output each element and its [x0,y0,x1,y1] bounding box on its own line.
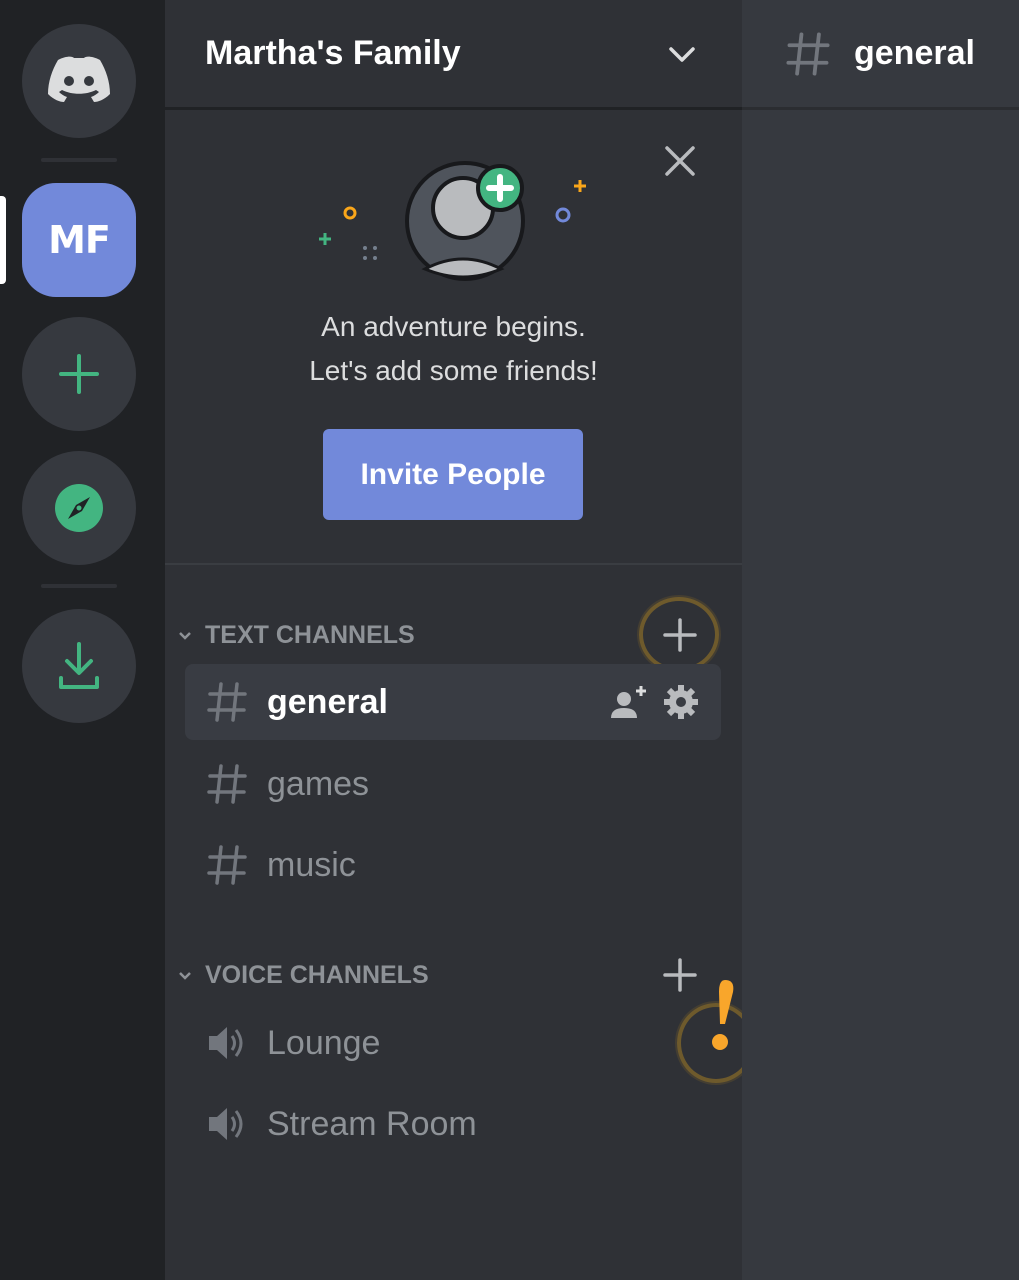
hash-icon [207,682,247,722]
category-voice-channels[interactable]: VOICE CHANNELS [175,955,429,995]
chevron-down-icon [179,972,191,980]
invite-line-2: Let's add some friends! [309,355,598,386]
guild-header[interactable]: Martha's Family [165,0,742,110]
speaker-icon [209,1108,243,1140]
category-label: VOICE CHANNELS [205,960,429,989]
chat-header: general [742,0,1019,110]
rail-separator [41,158,117,162]
channel-name: games [267,764,370,803]
speaker-icon [209,1027,243,1059]
server-icon-marthas-family[interactable]: MF [22,183,136,297]
add-friends-illustration [319,161,586,281]
channel-sidebar: Martha's Family An adventure begins. Let… [165,0,755,1280]
channel-games[interactable]: games [185,746,721,822]
explore-servers-button[interactable] [22,451,136,565]
channel-name: Stream Room [267,1104,477,1143]
create-invite-icon[interactable] [609,682,649,722]
channel-general[interactable]: general [185,664,721,740]
create-text-channel-icon[interactable] [662,617,698,653]
close-icon[interactable] [662,143,698,179]
invite-people-button[interactable]: Invite People [323,429,583,520]
compass-icon [55,484,103,532]
discord-logo-icon [48,56,110,102]
home-button[interactable] [22,24,136,138]
channel-music[interactable]: music [185,827,721,903]
rail-separator [41,584,117,588]
server-rail: MF [0,0,165,1280]
category-text-channels[interactable]: TEXT CHANNELS [175,615,415,655]
invite-card: An adventure begins. Let's add some frie… [165,113,742,565]
chat-channel-title: general [854,34,975,72]
server-initials: MF [48,218,111,262]
create-voice-channel-icon[interactable] [662,957,698,993]
channel-name: general [267,682,388,721]
selected-server-indicator [0,196,6,284]
download-icon [59,642,99,689]
hash-icon [207,845,247,885]
channel-name: music [267,845,356,884]
voice-channel-stream-room[interactable]: Stream Room [185,1086,721,1162]
category-label: TEXT CHANNELS [205,620,415,649]
gear-icon[interactable] [661,682,701,722]
chat-area: general [742,0,1019,1280]
hash-icon [207,764,247,804]
chevron-down-icon [179,632,191,640]
guild-name: Martha's Family [205,34,461,72]
hash-icon [786,31,830,76]
channel-actions [609,682,701,722]
chevron-down-icon[interactable] [666,38,698,70]
channel-name: Lounge [267,1023,381,1062]
plus-icon [59,354,99,394]
invite-line-1: An adventure begins. [321,311,586,342]
voice-channel-lounge[interactable]: Lounge [185,1005,721,1081]
add-server-button[interactable] [22,317,136,431]
invite-message: An adventure begins. Let's add some frie… [165,305,742,393]
download-apps-button[interactable] [22,609,136,723]
